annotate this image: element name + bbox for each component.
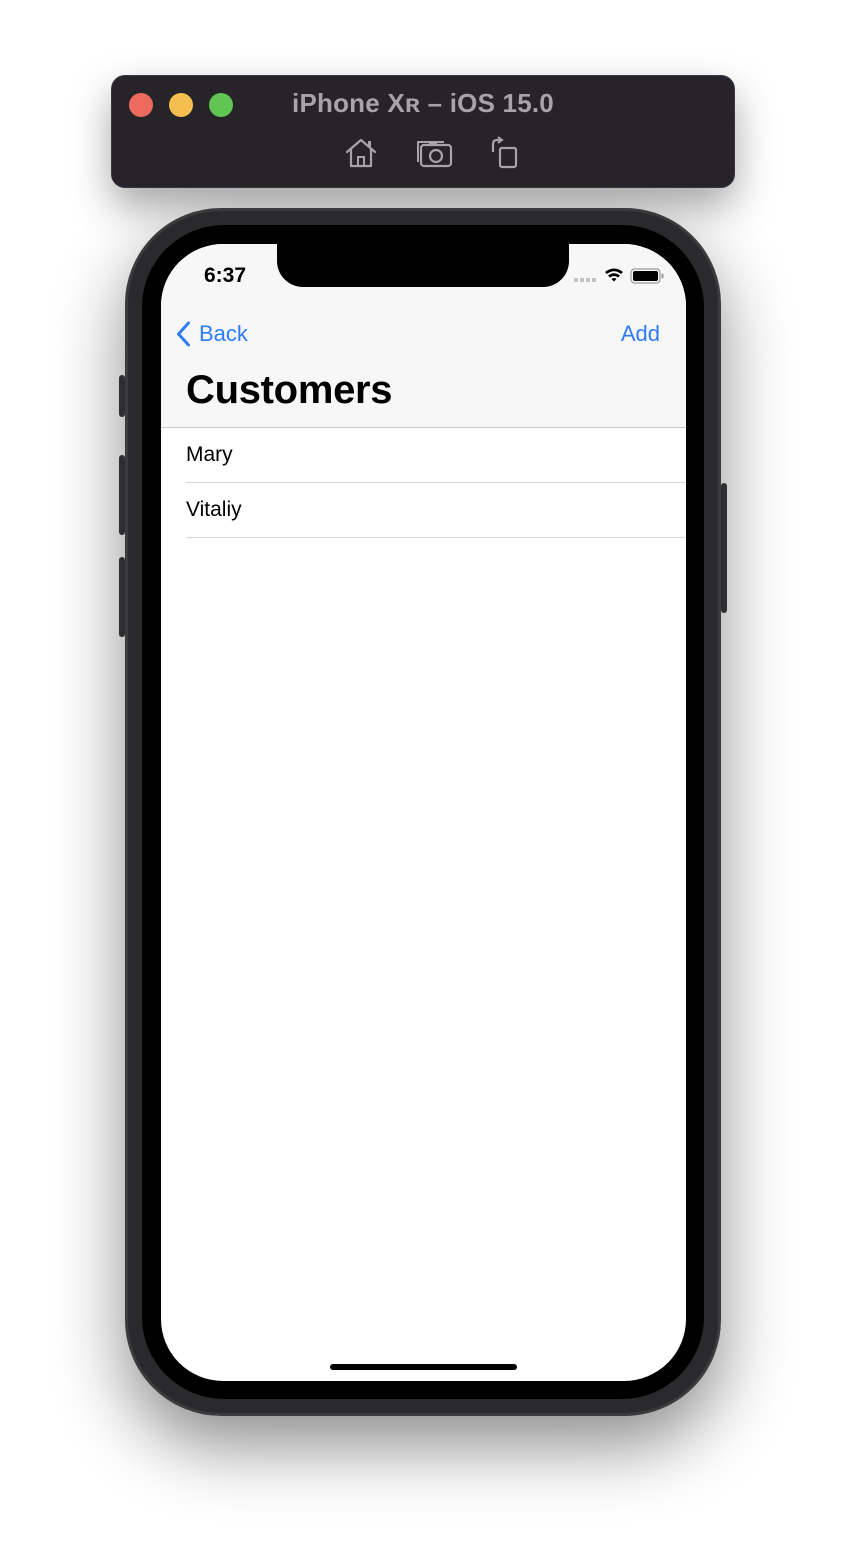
row-separator [186,537,686,538]
screenshot-icon[interactable] [416,136,456,172]
battery-icon [630,268,664,284]
simulator-toolbar [112,136,734,172]
wifi-icon [605,268,623,282]
rotate-icon[interactable] [487,136,527,172]
list-item[interactable]: Vitaliy [161,483,686,538]
simulator-titlebar: iPhone Xʀ – iOS 15.0 [111,75,735,188]
customer-name: Mary [186,443,233,466]
chevron-left-icon [177,321,190,347]
add-button[interactable]: Add [621,321,660,347]
home-icon[interactable] [343,136,383,172]
customer-name: Vitaliy [186,498,242,521]
status-time: 6:37 [204,264,247,287]
phone-screen: 6:37 Back Add Customers Mary Vitaliy [161,244,686,1381]
power-button [721,483,727,613]
notch [277,244,569,287]
back-button[interactable]: Back [176,318,248,350]
home-indicator[interactable] [330,1364,517,1370]
list-item[interactable]: Mary [161,428,686,483]
customer-list: Mary Vitaliy [161,428,686,538]
simulator-title: iPhone Xʀ – iOS 15.0 [292,88,554,118]
cellular-icon [574,278,596,282]
status-icons [574,266,664,286]
back-button-label: Back [199,321,248,346]
page-title: Customers [186,368,393,412]
